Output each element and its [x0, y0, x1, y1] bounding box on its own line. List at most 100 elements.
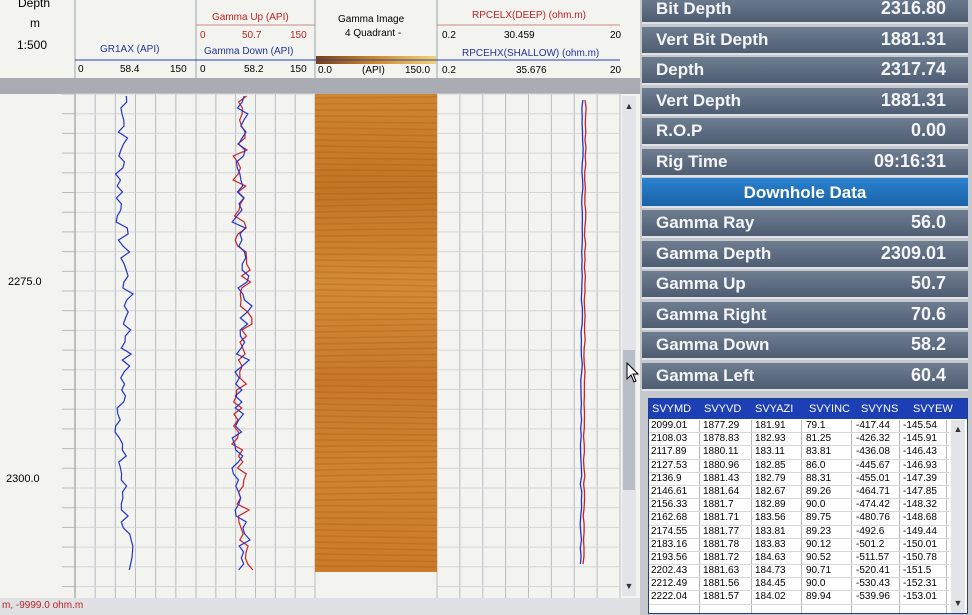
- survey-row[interactable]: 2202.43 1881.63 184.73 90.71 -520.41 -151.5: [649, 565, 949, 579]
- survey-cell: 2146.61: [651, 485, 688, 497]
- survey-cell: -426.32: [856, 433, 890, 445]
- realtime-row: R.O.P 0.00: [642, 118, 968, 147]
- survey-cell: 1880.96: [703, 459, 740, 471]
- survey-cell: 79.1: [806, 420, 826, 431]
- survey-cell: -152.31: [903, 578, 937, 590]
- survey-cell: 184.02: [755, 591, 786, 603]
- survey-cell: -147.39: [903, 472, 937, 484]
- survey-cell: 183.81: [755, 525, 786, 537]
- downhole-row: Gamma Ray 56.0: [642, 210, 968, 238]
- survey-cell: 1881.77: [703, 525, 740, 537]
- survey-cell: -149.44: [903, 525, 937, 537]
- survey-cell: 182.85: [755, 459, 786, 471]
- survey-cell: 90.12: [806, 538, 832, 550]
- downhole-label: Gamma Ray: [656, 213, 755, 232]
- survey-cell: 89.75: [806, 512, 832, 524]
- survey-row[interactable]: 2136.9 1881.43 182.79 88.31 -455.01 -147.39: [649, 473, 949, 486]
- survey-cell: 1877.29: [703, 420, 740, 431]
- survey-cell: 184.63: [755, 551, 786, 563]
- survey-cell: 86.0: [806, 459, 826, 471]
- realtime-value: 2316.80: [880, 0, 946, 18]
- survey-row[interactable]: 2193.56 1881.72 184.63 90.52 -511.57 -150.78: [649, 551, 949, 566]
- survey-scroll-down-icon[interactable]: ▼: [951, 597, 965, 609]
- survey-cell: -492.6: [856, 525, 885, 537]
- survey-cell: -445.67: [856, 459, 890, 471]
- survey-cell: 2099.01: [651, 420, 688, 431]
- survey-body: 2099.01 1877.29 181.91 79.1 -417.44 -145.54 21…: [649, 420, 949, 605]
- log-scrollbar[interactable]: [622, 96, 636, 596]
- survey-row[interactable]: 2127.53 1880.96 182.85 86.0 -445.67 -146.93: [649, 460, 949, 473]
- survey-cell: 184.73: [755, 565, 786, 577]
- realtime-value: 1881.31: [880, 89, 946, 110]
- survey-scroll-up-icon[interactable]: ▲: [951, 423, 965, 435]
- scroll-up-icon[interactable]: ▲: [622, 100, 636, 112]
- survey-row[interactable]: 2156.33 1881.7 182.89 90.0 -474.42 -148.32: [649, 499, 949, 513]
- survey-cell: 1881.63: [703, 565, 740, 577]
- col-svyew[interactable]: SVYEW: [913, 403, 953, 415]
- survey-cell: 1881.72: [703, 551, 740, 563]
- survey-cell: 1878.83: [703, 433, 740, 445]
- survey-cell: 1881.7: [703, 499, 734, 511]
- col-svyvd[interactable]: SVYVD: [704, 403, 741, 415]
- survey-row[interactable]: 2117.89 1880.11 183.11 83.81 -436.08 -146.43: [649, 446, 949, 460]
- downhole-row: Gamma Up 50.7: [642, 271, 968, 300]
- survey-row[interactable]: 2212.49 1881.56 184.45 90.0 -530.43 -152.31: [649, 578, 949, 592]
- survey-cell: 1881.56: [703, 578, 740, 590]
- survey-cell: -146.43: [903, 446, 937, 458]
- downhole-value: 70.6: [910, 303, 946, 324]
- survey-cell: -417.44: [856, 420, 890, 431]
- survey-row[interactable]: 2099.01 1877.29 181.91 79.1 -417.44 -145.54: [649, 420, 949, 434]
- survey-cell: -455.01: [856, 472, 890, 484]
- survey-cell: -146.93: [903, 459, 937, 471]
- col-svyazi[interactable]: SVYAZI: [755, 403, 793, 415]
- survey-cell: 90.52: [806, 551, 832, 563]
- scroll-down-icon[interactable]: ▼: [622, 580, 636, 592]
- realtime-row: Rig Time 09:16:31: [642, 149, 968, 177]
- mouse-cursor-icon: [626, 362, 640, 383]
- downhole-value: 56.0: [910, 212, 946, 232]
- survey-cell: -151.5: [903, 565, 932, 577]
- col-svyinc[interactable]: SVYINC: [809, 403, 850, 415]
- survey-cell: 183.56: [755, 512, 786, 524]
- downhole-label: Gamma Left: [656, 366, 755, 385]
- survey-cell: 2212.49: [651, 578, 688, 590]
- survey-row[interactable]: 2146.61 1881.64 182.67 89.26 -464.71 -147.85: [649, 485, 949, 500]
- survey-cell: 182.89: [755, 499, 786, 511]
- realtime-label: Rig Time: [656, 152, 728, 171]
- survey-row[interactable]: 2108.03 1878.83 182.93 81.25 -426.32 -145.91: [649, 433, 949, 447]
- survey-cell: 1880.11: [703, 446, 739, 458]
- survey-cell: 1881.71: [703, 512, 740, 524]
- col-svyns[interactable]: SVYNS: [861, 403, 898, 415]
- survey-cell: -520.41: [856, 565, 890, 577]
- survey-row[interactable]: 2162.68 1881.71 183.56 89.75 -480.76 -148.68: [649, 512, 949, 526]
- survey-cell: 83.81: [806, 446, 832, 458]
- downhole-value: 60.4: [910, 365, 946, 385]
- survey-cell: -147.85: [903, 485, 937, 497]
- downhole-value: 2309.01: [880, 242, 946, 263]
- survey-cell: 1881.64: [703, 485, 740, 497]
- survey-cell: 2156.33: [651, 499, 688, 511]
- survey-cell: -480.76: [856, 512, 890, 524]
- survey-cell: 88.31: [806, 472, 832, 484]
- survey-cell: 182.79: [755, 472, 786, 484]
- downhole-value: 58.2: [910, 334, 946, 355]
- survey-row[interactable]: 2183.16 1881.78 183.83 90.12 -501.2 -150.01: [649, 539, 949, 552]
- survey-cell: 2222.04: [651, 591, 688, 603]
- survey-cell: -148.68: [903, 512, 937, 524]
- realtime-value: 1881.31: [880, 28, 946, 49]
- status-text: m, -9999.0 ohm.m: [2, 600, 84, 611]
- survey-cell: 182.93: [755, 433, 786, 445]
- col-svymd[interactable]: SVYMD: [652, 403, 691, 415]
- survey-row[interactable]: 2222.04 1881.57 184.02 89.94 -539.96 -153.01: [649, 591, 949, 605]
- survey-cell: 1881.43: [703, 472, 740, 484]
- survey-cell: 2162.68: [651, 512, 688, 524]
- survey-cell: 90.71: [806, 565, 832, 577]
- survey-scrollbar[interactable]: [951, 420, 965, 613]
- survey-row[interactable]: 2174.55 1881.77 183.81 89.23 -492.6 -149.44: [649, 526, 949, 539]
- survey-cell: -474.42: [856, 499, 890, 511]
- downhole-label: Gamma Right: [656, 304, 767, 324]
- survey-header: SVYMD SVYVD SVYAZI SVYINC SVYNS SVYEW: [649, 399, 967, 419]
- realtime-value: 2317.74: [880, 59, 946, 80]
- survey-cell: -150.01: [903, 538, 937, 550]
- survey-cell: 184.45: [755, 578, 786, 590]
